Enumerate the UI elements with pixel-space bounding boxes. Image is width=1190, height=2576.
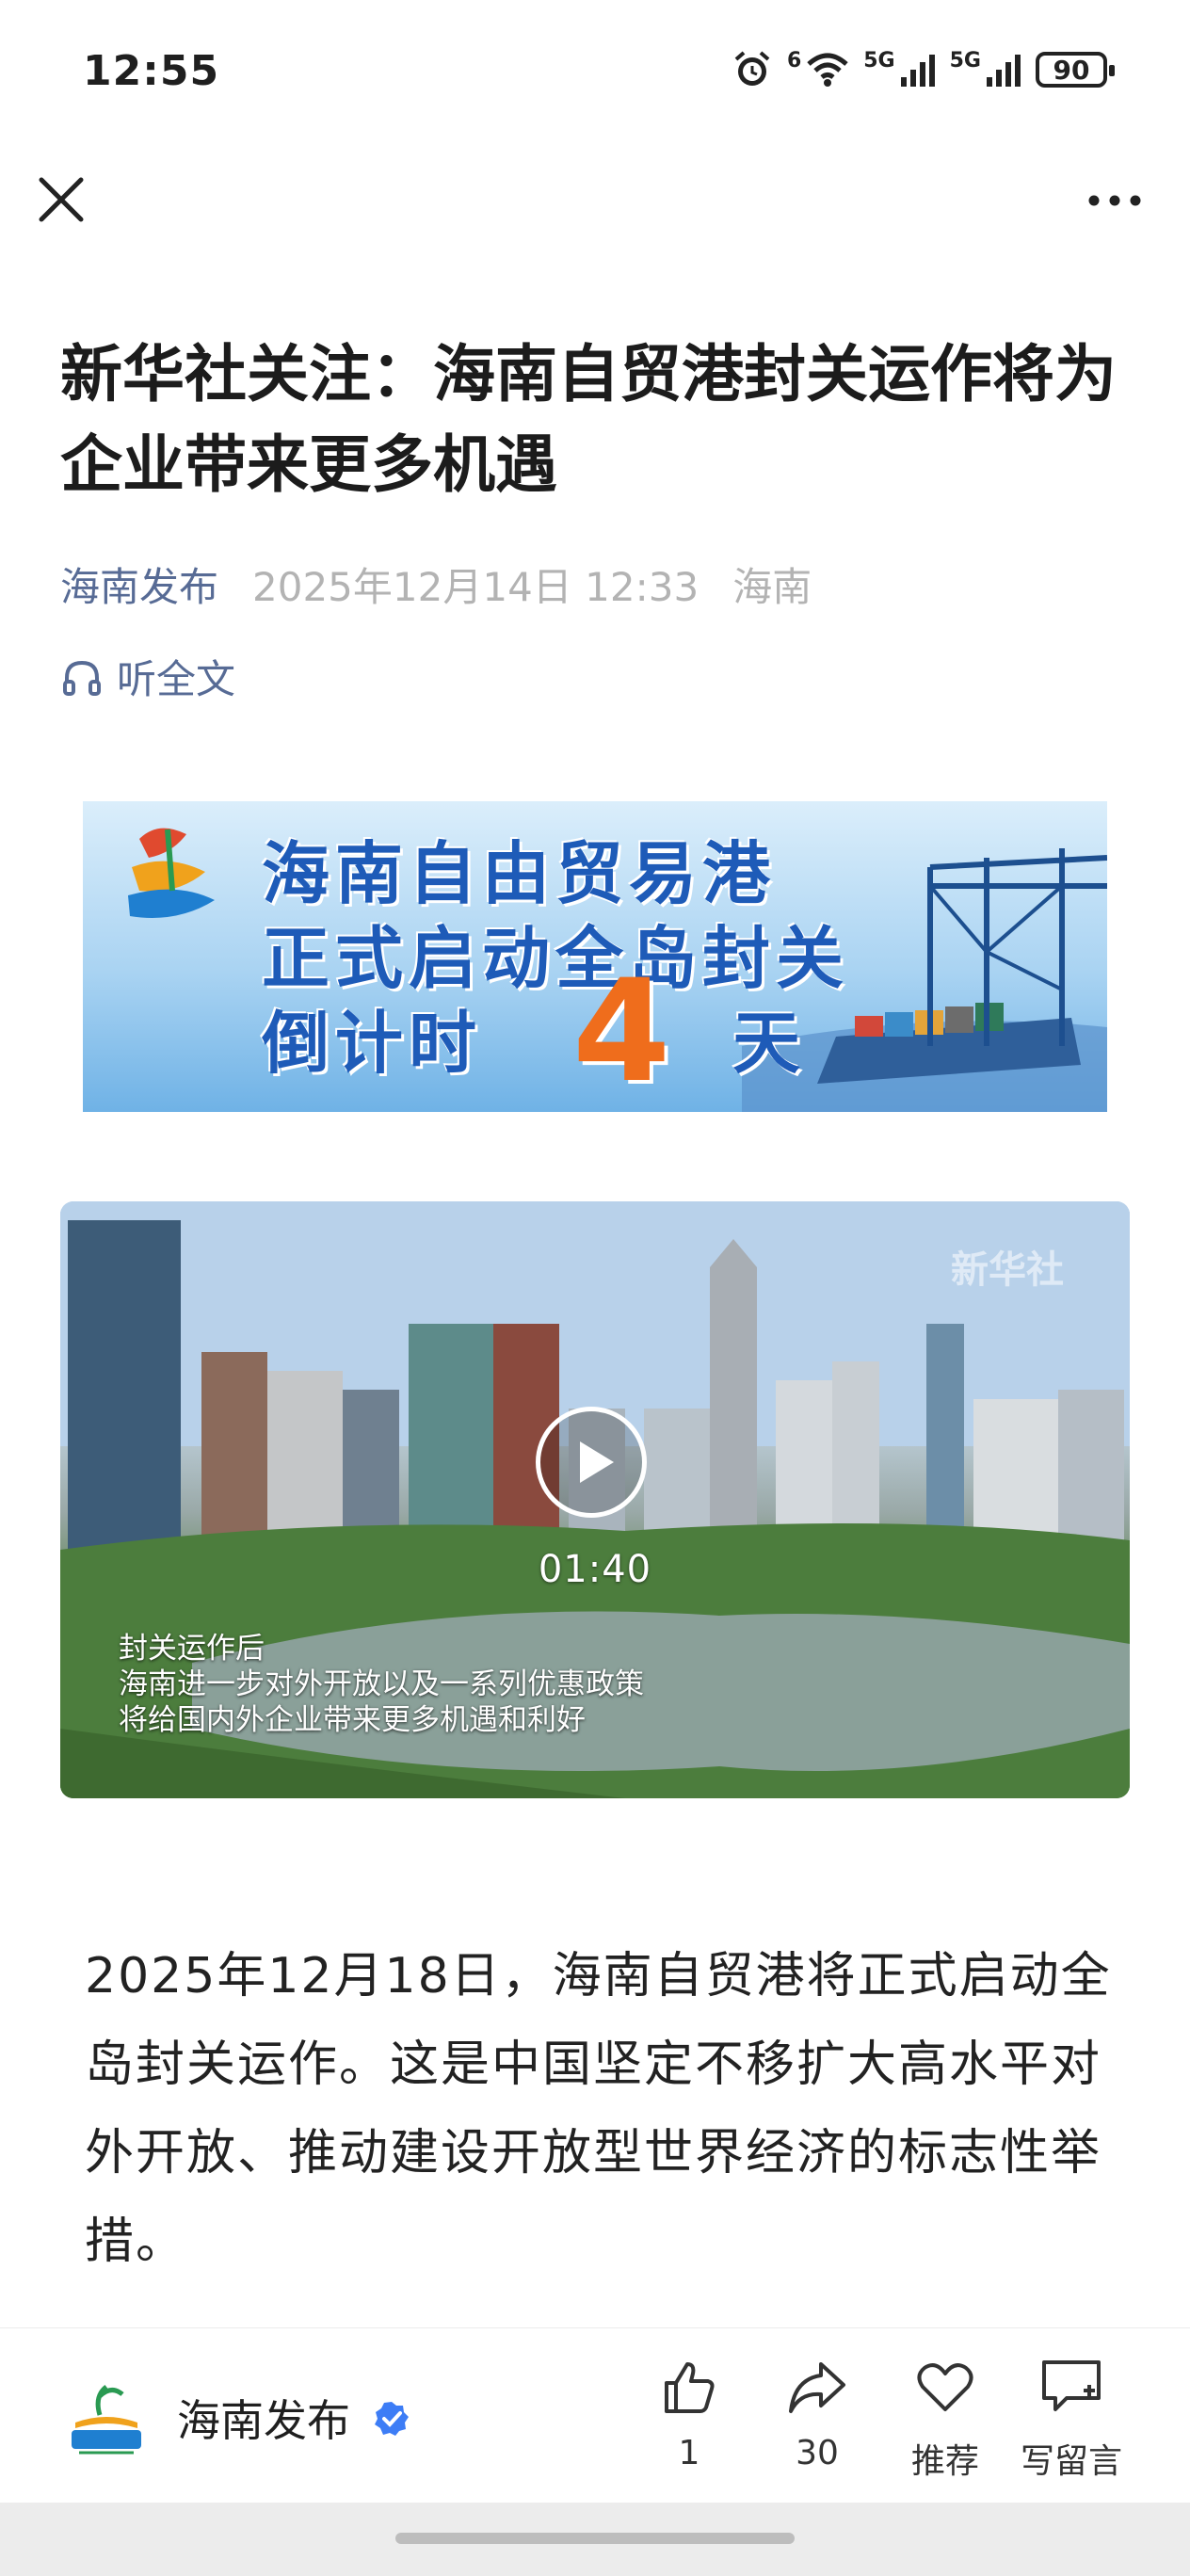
battery-icon: 90	[1036, 52, 1115, 88]
share-icon	[789, 2362, 845, 2413]
signal-label-1: 5G	[863, 49, 895, 72]
share-count: 30	[796, 2434, 839, 2472]
countdown-banner: 海南自由贸易港 正式启动全岛封关 倒计时 4 天	[83, 801, 1107, 1112]
play-icon	[580, 1441, 614, 1483]
comment-label: 写留言	[1020, 2442, 1122, 2481]
comment-button[interactable]: 写留言	[1015, 2357, 1128, 2483]
banner-countdown-suffix: 天	[732, 1004, 807, 1083]
signal-label-2: 5G	[949, 49, 981, 72]
close-icon[interactable]	[36, 174, 87, 225]
signal-icon	[987, 55, 1021, 87]
publish-location: 海南	[732, 564, 812, 610]
account-logo-icon[interactable]	[66, 2377, 147, 2458]
headphones-icon	[63, 660, 101, 696]
status-time: 12:55	[83, 47, 220, 95]
video-duration: 01:40	[538, 1548, 652, 1591]
listen-label: 听全文	[117, 656, 236, 702]
comment-icon	[1042, 2360, 1101, 2411]
alarm-icon	[734, 51, 770, 86]
like-count: 1	[678, 2434, 700, 2472]
recommend-button[interactable]: 推荐	[889, 2357, 1002, 2483]
account-link[interactable]: 海南发布	[60, 555, 218, 613]
video-watermark: 新华社	[951, 1248, 1064, 1292]
article-paragraph: 2025年12月18日，海南自贸港将正式启动全岛封关运作。这是中国坚定不移扩大高…	[85, 1948, 1112, 2270]
heart-icon	[917, 2363, 973, 2411]
recommend-label: 推荐	[910, 2442, 979, 2481]
play-button[interactable]	[536, 1407, 647, 1518]
video-caption-line-2: 海南进一步对外开放以及一系列优惠政策	[119, 1667, 644, 1701]
video-caption-line-1: 封关运作后	[119, 1632, 265, 1666]
publish-date: 2025年12月14日 12:33	[252, 564, 700, 610]
share-button[interactable]: 30	[761, 2357, 874, 2472]
bottom-action-bar: 海南发布 1 30 推荐 写留言	[0, 2327, 1190, 2504]
home-indicator[interactable]	[395, 2533, 795, 2544]
wifi-icon	[807, 53, 848, 87]
battery-level: 90	[1053, 54, 1090, 86]
banner-countdown-prefix: 倒计时	[262, 1004, 483, 1083]
like-button[interactable]: 1	[633, 2357, 746, 2472]
article-meta: 海南发布 2025年12月14日 12:33 海南	[60, 555, 812, 613]
article-title: 新华社关注：海南自贸港封关运作将为企业带来更多机遇	[60, 338, 1117, 501]
account-name[interactable]: 海南发布	[177, 2387, 350, 2449]
verified-badge-icon	[375, 2402, 409, 2436]
thumbs-up-icon	[665, 2362, 715, 2413]
listen-button[interactable]: 听全文	[60, 648, 235, 705]
video-player[interactable]: 新华社 01:40 封关运作后 海南进一步对外开放以及一系列优惠政策 将给国内外…	[60, 1201, 1130, 1798]
signal-icon	[900, 55, 935, 87]
status-icons: 6 5G 5G 90	[731, 49, 1115, 90]
banner-countdown-days: 4	[572, 950, 671, 1112]
video-caption-line-3: 将给国内外企业带来更多机遇和利好	[119, 1703, 586, 1737]
more-icon[interactable]	[1086, 186, 1143, 215]
wifi-badge: 6	[786, 49, 802, 72]
